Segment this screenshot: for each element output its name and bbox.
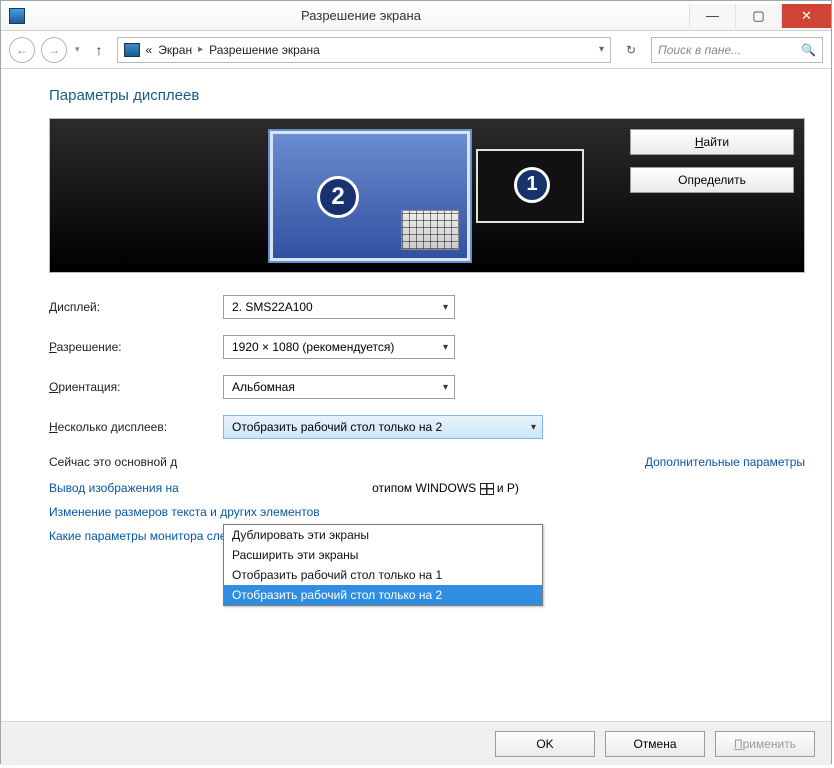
- minimize-button[interactable]: —: [689, 4, 735, 28]
- orientation-select[interactable]: Альбомная: [223, 375, 455, 399]
- chevron-right-icon: ▸: [198, 44, 203, 55]
- multiple-displays-dropdown: Дублировать эти экраны Расширить эти экр…: [223, 524, 543, 606]
- main-display-text: Сейчас это основной д: [49, 455, 177, 469]
- projector-key-text: и P): [497, 481, 519, 495]
- identify-button[interactable]: Определить: [630, 167, 794, 193]
- forward-button[interactable]: →: [41, 37, 67, 63]
- advanced-settings-link[interactable]: Дополнительные параметры: [645, 455, 805, 469]
- keyboard-icon: [401, 210, 459, 250]
- dropdown-option-extend[interactable]: Расширить эти экраны: [224, 545, 542, 565]
- cancel-button[interactable]: Отмена: [605, 731, 705, 757]
- orientation-value: Альбомная: [232, 380, 295, 394]
- apply-button: Применить: [715, 731, 815, 757]
- app-icon: [9, 8, 25, 24]
- monitor-2[interactable]: 2: [270, 131, 470, 261]
- display-preview: 2 1 Найти Определить: [49, 118, 805, 273]
- display-value: 2. SMS22A100: [232, 300, 313, 314]
- multiple-displays-label: Несколько дисплеев:: [49, 420, 223, 434]
- projector-text-visible: отипом WINDOWS: [372, 481, 476, 495]
- navbar: ← → ▾ ↑ « Экран ▸ Разрешение экрана ▾ ↻ …: [1, 31, 831, 69]
- refresh-button[interactable]: ↻: [617, 37, 645, 63]
- page-heading: Параметры дисплеев: [49, 87, 805, 104]
- resolution-label: Разрешение:: [49, 340, 223, 354]
- text-size-link[interactable]: Изменение размеров текста и других элеме…: [49, 505, 320, 519]
- resolution-value: 1920 × 1080 (рекомендуется): [232, 340, 394, 354]
- search-input[interactable]: Поиск в пане... 🔍: [651, 37, 823, 63]
- footer: OK Отмена Применить: [1, 721, 831, 765]
- multiple-displays-select[interactable]: Отобразить рабочий стол только на 2: [223, 415, 543, 439]
- search-icon: 🔍: [801, 43, 816, 57]
- multiple-displays-value: Отобразить рабочий стол только на 2: [232, 420, 442, 434]
- dropdown-option-only2[interactable]: Отобразить рабочий стол только на 2: [224, 585, 542, 605]
- address-chevrons: «: [146, 43, 153, 57]
- close-button[interactable]: ✕: [781, 4, 831, 28]
- display-label: Дисплей:: [49, 300, 223, 314]
- content-area: Параметры дисплеев 2 1 Найти Определить …: [1, 69, 831, 721]
- window-title: Разрешение экрана: [33, 8, 689, 23]
- monitor-2-number: 2: [317, 176, 359, 218]
- monitor-1[interactable]: 1: [476, 149, 584, 223]
- projector-text-tail: [182, 481, 369, 495]
- maximize-button[interactable]: ▢: [735, 4, 781, 28]
- dropdown-option-duplicate[interactable]: Дублировать эти экраны: [224, 525, 542, 545]
- address-bar[interactable]: « Экран ▸ Разрешение экрана ▾: [117, 37, 611, 63]
- projector-output-link[interactable]: Вывод изображения на: [49, 481, 179, 495]
- titlebar-buttons: — ▢ ✕: [689, 4, 831, 28]
- window: Разрешение экрана — ▢ ✕ ← → ▾ ↑ « Экран …: [0, 0, 832, 764]
- orientation-label: Ориентация:: [49, 380, 223, 394]
- breadcrumb-item[interactable]: Разрешение экрана: [209, 43, 320, 57]
- monitor-icon: [124, 43, 140, 57]
- ok-button[interactable]: OK: [495, 731, 595, 757]
- back-button[interactable]: ←: [9, 37, 35, 63]
- find-button[interactable]: Найти: [630, 129, 794, 155]
- up-button[interactable]: ↑: [88, 42, 111, 58]
- windows-key-icon: [480, 483, 494, 495]
- resolution-select[interactable]: 1920 × 1080 (рекомендуется): [223, 335, 455, 359]
- search-placeholder: Поиск в пане...: [658, 43, 741, 57]
- recent-locations-button[interactable]: ▾: [73, 44, 82, 55]
- dropdown-option-only1[interactable]: Отобразить рабочий стол только на 1: [224, 565, 542, 585]
- address-dropdown-icon[interactable]: ▾: [599, 44, 604, 55]
- breadcrumb-item[interactable]: Экран: [158, 43, 192, 57]
- titlebar: Разрешение экрана — ▢ ✕: [1, 1, 831, 31]
- monitor-1-number: 1: [514, 167, 550, 203]
- display-select[interactable]: 2. SMS22A100: [223, 295, 455, 319]
